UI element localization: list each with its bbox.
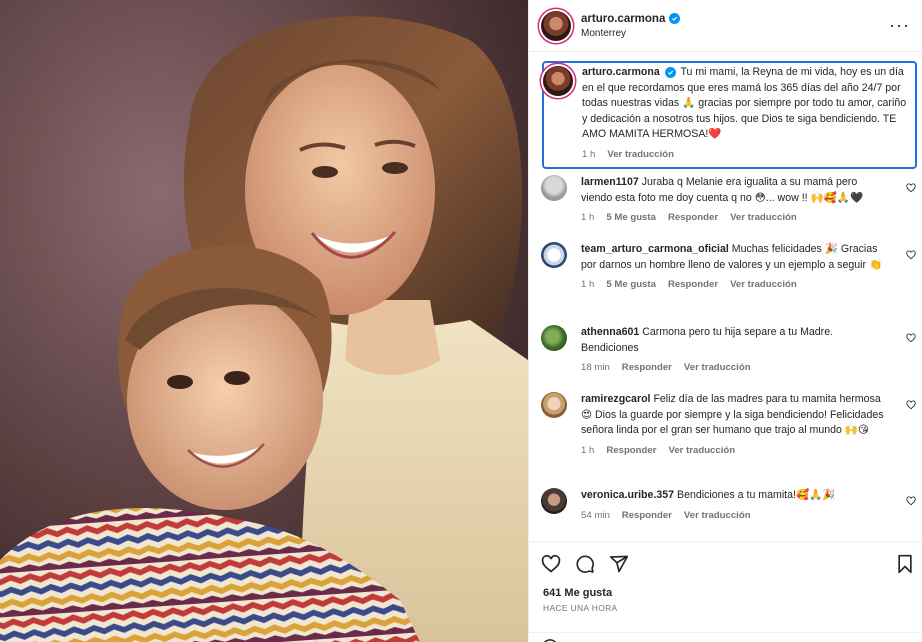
comment-meta: 18 min Responder Ver traducción <box>581 362 888 373</box>
comment-time[interactable]: 1 h <box>581 445 594 456</box>
caption-text-block: arturo.carmona Tu mi mami, la Reyna de m… <box>582 65 910 143</box>
caption-username[interactable]: arturo.carmona <box>582 66 660 78</box>
post-caption[interactable]: arturo.carmona Tu mi mami, la Reyna de m… <box>542 61 917 169</box>
translate-link[interactable]: Ver traducción <box>730 212 797 223</box>
comment-time[interactable]: 1 h <box>581 212 594 223</box>
post-photo[interactable] <box>0 0 528 642</box>
like-comment-heart-icon[interactable] <box>906 250 916 260</box>
comment-item: veronica.uribe.357 Bendiciones a tu mami… <box>529 488 922 521</box>
comment-text: Bendiciones a tu mamita!🥰🙏🎉 <box>677 489 836 501</box>
like-comment-heart-icon[interactable] <box>906 496 916 506</box>
verified-badge-icon <box>664 67 676 78</box>
comment-time[interactable]: 54 min <box>581 510 610 521</box>
caption-avatar[interactable] <box>543 66 573 96</box>
comment-likes[interactable]: 5 Me gusta <box>606 212 656 223</box>
comment-body: athenna601 Carmona pero tu hija separe a… <box>581 325 910 373</box>
post-detail-panel: arturo.carmona Monterrey ··· arturo.carm… <box>528 0 922 642</box>
save-bookmark-icon[interactable] <box>896 554 914 574</box>
post-header: arturo.carmona Monterrey ··· <box>529 0 922 52</box>
comment-meta: 1 h Responder Ver traducción <box>581 445 888 456</box>
translate-link[interactable]: Ver traducción <box>668 445 735 456</box>
author-avatar[interactable] <box>541 10 571 41</box>
instagram-post-viewer: arturo.carmona Monterrey ··· arturo.carm… <box>0 0 922 642</box>
comment-item: ramirezgcarol Feliz día de las madres pa… <box>529 392 922 456</box>
caption-meta: 1 h Ver traducción <box>582 149 910 160</box>
caption-time[interactable]: 1 h <box>582 149 595 160</box>
add-comment-bar[interactable] <box>529 632 922 642</box>
reply-button[interactable]: Responder <box>622 510 672 521</box>
translate-link[interactable]: Ver traducción <box>730 279 797 290</box>
like-count[interactable]: 641 Me gusta <box>543 587 612 599</box>
comment-bubble-icon[interactable] <box>575 554 595 574</box>
emoji-icon[interactable] <box>541 638 559 642</box>
reply-button[interactable]: Responder <box>622 362 672 373</box>
reply-button[interactable]: Responder <box>668 279 718 290</box>
commenter-avatar[interactable] <box>541 488 567 514</box>
share-send-icon[interactable] <box>609 554 629 574</box>
comment-body: ramirezgcarol Feliz día de las madres pa… <box>581 392 910 456</box>
author-username-text[interactable]: arturo.carmona <box>581 13 665 25</box>
caption-body: arturo.carmona Tu mi mami, la Reyna de m… <box>582 65 910 160</box>
commenter-avatar[interactable] <box>541 325 567 351</box>
commenter-avatar[interactable] <box>541 242 567 268</box>
post-actions-bar: 641 Me gusta HACE UNA HORA <box>529 541 922 642</box>
comment-username[interactable]: team_arturo_carmona_oficial <box>581 243 729 255</box>
comment-likes[interactable]: 5 Me gusta <box>606 279 656 290</box>
comment-time[interactable]: 18 min <box>581 362 610 373</box>
like-heart-icon[interactable] <box>541 554 561 574</box>
verified-badge-icon <box>669 13 681 24</box>
translate-link[interactable]: Ver traducción <box>684 362 751 373</box>
commenter-avatar[interactable] <box>541 175 567 201</box>
comment-username[interactable]: athenna601 <box>581 326 639 338</box>
comment-username[interactable]: ramirezgcarol <box>581 393 650 405</box>
more-options-icon[interactable]: ··· <box>889 16 910 34</box>
caption-translate-link[interactable]: Ver traducción <box>607 149 674 160</box>
like-comment-heart-icon[interactable] <box>906 400 916 410</box>
comment-item: team_arturo_carmona_oficial Muchas felic… <box>529 242 922 290</box>
comment-body: veronica.uribe.357 Bendiciones a tu mami… <box>581 488 910 521</box>
comment-time[interactable]: 1 h <box>581 279 594 290</box>
like-comment-heart-icon[interactable] <box>906 183 916 193</box>
comment-username[interactable]: veronica.uribe.357 <box>581 489 674 501</box>
author-username[interactable]: arturo.carmona <box>581 13 681 25</box>
reply-button[interactable]: Responder <box>606 445 656 456</box>
vintage-mother-child-photo <box>0 0 528 642</box>
post-timestamp: HACE UNA HORA <box>543 603 618 613</box>
author-meta: arturo.carmona Monterrey <box>581 13 681 39</box>
comment-item: athenna601 Carmona pero tu hija separe a… <box>529 325 922 373</box>
comment-meta: 1 h 5 Me gusta Responder Ver traducción <box>581 279 888 290</box>
post-location[interactable]: Monterrey <box>581 28 680 39</box>
comment-username[interactable]: larmen1107 <box>581 176 639 188</box>
comment-item: larmen1107 Juraba q Melanie era igualita… <box>529 175 922 223</box>
comment-body: larmen1107 Juraba q Melanie era igualita… <box>581 175 910 223</box>
commenter-avatar[interactable] <box>541 392 567 418</box>
comment-body: team_arturo_carmona_oficial Muchas felic… <box>581 242 910 290</box>
translate-link[interactable]: Ver traducción <box>684 510 751 521</box>
action-icons <box>541 554 629 574</box>
comment-meta: 54 min Responder Ver traducción <box>581 510 888 521</box>
reply-button[interactable]: Responder <box>668 212 718 223</box>
comment-meta: 1 h 5 Me gusta Responder Ver traducción <box>581 212 888 223</box>
like-comment-heart-icon[interactable] <box>906 333 916 343</box>
